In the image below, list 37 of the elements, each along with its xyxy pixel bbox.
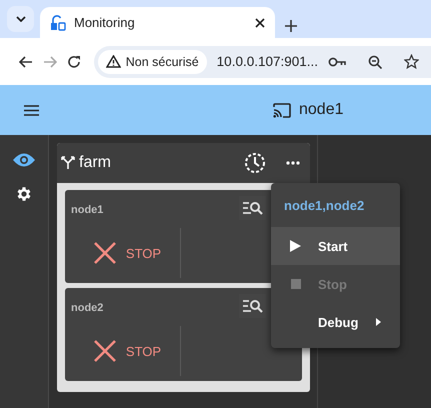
menu-item[interactable]: Start: [271, 227, 400, 265]
zoom-icon[interactable]: [368, 54, 382, 68]
status-label: STOP: [126, 344, 162, 358]
cast-icon: [273, 102, 291, 118]
stop-icon: [290, 279, 300, 289]
browser-tab[interactable]: Monitoring: [40, 7, 275, 38]
eye-icon[interactable]: [13, 153, 35, 167]
clock-icon[interactable]: [244, 152, 266, 174]
lock-icon: [50, 14, 66, 30]
cross-icon: [94, 340, 116, 362]
close-icon[interactable]: [255, 18, 265, 28]
fork-icon: [61, 156, 75, 170]
play-icon: [290, 240, 301, 252]
search-list-icon: [242, 201, 262, 215]
app-title: node1: [299, 101, 344, 119]
new-tab-icon[interactable]: [285, 20, 297, 32]
star-icon[interactable]: [404, 54, 420, 69]
menu-icon[interactable]: [24, 104, 39, 116]
search-list-icon: [242, 299, 262, 313]
url-text[interactable]: 10.0.0.107:901...: [216, 54, 318, 69]
menu-title: node1,node2: [283, 196, 366, 214]
group-name: farm: [79, 154, 112, 172]
tab-list-button[interactable]: [7, 6, 34, 32]
back-icon[interactable]: [18, 56, 33, 68]
more-icon[interactable]: [286, 161, 300, 165]
cross-icon: [94, 242, 116, 264]
menu-item[interactable]: Debug: [271, 303, 400, 341]
node-name: node1: [71, 204, 104, 216]
status-label: STOP: [126, 246, 162, 260]
warning-icon: [106, 55, 121, 68]
settings-icon[interactable]: [15, 185, 33, 203]
reload-icon[interactable]: [66, 54, 81, 68]
security-chip[interactable]: Non sécurisé: [98, 50, 207, 74]
chevron-icon: [16, 16, 26, 22]
submenu-arrow-icon: [376, 318, 381, 326]
key-icon[interactable]: [328, 56, 346, 66]
node-name: node2: [71, 302, 104, 314]
